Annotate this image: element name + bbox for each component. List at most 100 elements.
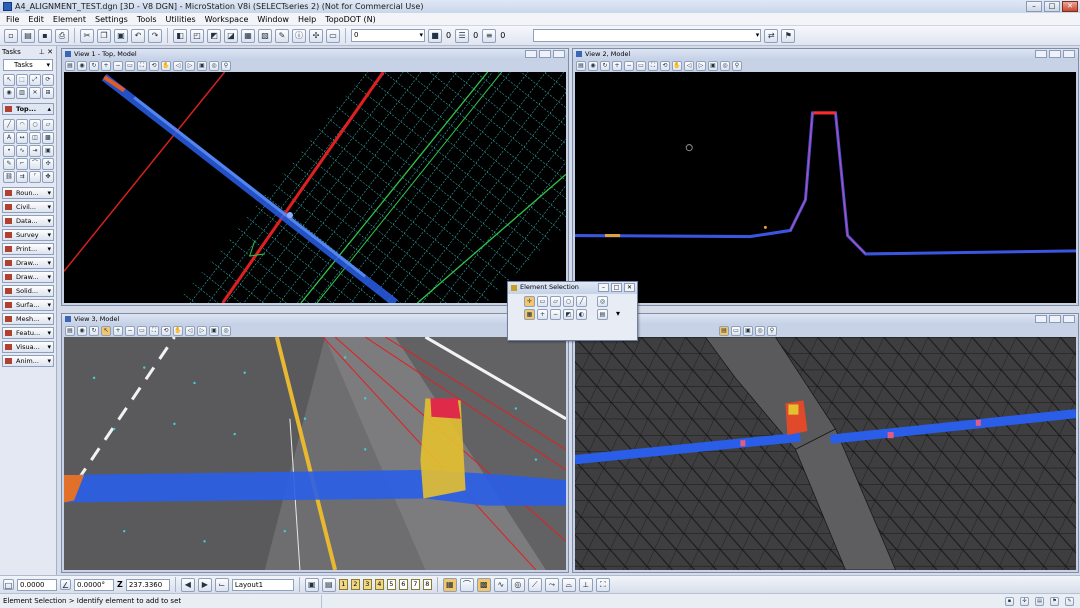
break-icon[interactable]: ⤳ <box>544 577 559 592</box>
tasks-close-icon[interactable]: ✕ <box>47 48 53 56</box>
window-area-icon[interactable]: ▭ <box>125 61 135 71</box>
target-icon[interactable]: ◎ <box>510 577 525 592</box>
measure-distance-icon[interactable]: ⌒ <box>459 577 474 592</box>
zoom-out-icon[interactable]: − <box>125 326 135 336</box>
circle-tool-icon[interactable]: ○ <box>29 119 41 131</box>
menu-settings[interactable]: Settings <box>95 15 128 24</box>
element-selection-icon[interactable]: ↖ <box>3 74 15 86</box>
shape-selection-icon[interactable]: ▱ <box>550 296 561 307</box>
maximize-button[interactable]: □ <box>1044 1 1060 12</box>
task-roundabouts[interactable]: Roun... <box>2 187 54 199</box>
place-tool-icon[interactable]: ⌒ <box>29 158 41 170</box>
task-civil[interactable]: Civil... <box>2 201 54 213</box>
view-attributes-icon[interactable]: ▤ <box>719 326 729 336</box>
references-icon[interactable]: ◰ <box>190 28 204 43</box>
element-template-icon[interactable]: ⇄ <box>764 28 779 43</box>
undo-icon[interactable]: ↶ <box>131 28 145 43</box>
camera-icon[interactable]: ◎ <box>221 326 231 336</box>
task-printing[interactable]: Print... <box>2 243 54 255</box>
template-dropdown[interactable] <box>533 29 762 42</box>
view-1-canvas[interactable] <box>64 72 566 303</box>
view-next-icon[interactable]: ▷ <box>696 61 706 71</box>
menu-window[interactable]: Window <box>257 15 289 24</box>
clip-volume-icon[interactable]: ▣ <box>209 326 219 336</box>
open-file-icon[interactable]: ▤ <box>21 28 35 43</box>
task-survey[interactable]: Survey <box>2 229 54 241</box>
subtract-selection-icon[interactable]: − <box>550 309 561 320</box>
active-color-icon[interactable]: ■ <box>428 28 442 43</box>
rotate-view-icon[interactable]: ⟲ <box>660 61 670 71</box>
attributes-icon[interactable]: ⚑ <box>781 28 796 43</box>
update-view-icon[interactable]: ↻ <box>89 326 99 336</box>
menu-help[interactable]: Help <box>298 15 316 24</box>
clip-volume-icon[interactable]: ▣ <box>708 61 718 71</box>
dialog-minimize-button[interactable]: – <box>598 283 609 292</box>
display-style-icon[interactable]: ✎ <box>275 28 289 43</box>
signature-icon[interactable]: ✎ <box>1065 596 1074 606</box>
cut-icon[interactable]: ✂ <box>80 28 94 43</box>
view-2-canvas[interactable] <box>575 72 1076 303</box>
view-4-canvas[interactable] <box>575 337 1076 570</box>
manipulate-icon[interactable]: ⤢ <box>29 74 41 86</box>
pan-view-icon[interactable]: ✋ <box>173 326 183 336</box>
view-maximize-button[interactable] <box>539 50 551 58</box>
level-manager-icon[interactable]: ▦ <box>241 28 255 43</box>
arc-tool-icon[interactable]: ◠ <box>16 119 28 131</box>
delete-icon[interactable]: ✕ <box>29 87 41 99</box>
view-attributes-icon[interactable]: ▤ <box>65 61 75 71</box>
tool-settings-icon[interactable]: ⌙ <box>214 577 229 592</box>
grid-icon[interactable]: ▩ <box>476 577 491 592</box>
zoom-out-icon[interactable]: − <box>624 61 634 71</box>
modify-icon[interactable]: ⟳ <box>42 74 54 86</box>
back-icon[interactable]: ◀ <box>180 577 195 592</box>
task-surfaces[interactable]: Surfa... <box>2 299 54 311</box>
group-icon[interactable]: ⊞ <box>42 87 54 99</box>
view-close-button[interactable] <box>553 50 565 58</box>
view-minimize-button[interactable] <box>525 50 537 58</box>
angle-field[interactable]: 0.0000° <box>74 578 114 591</box>
snap-tool-icon[interactable]: ✣ <box>42 158 54 170</box>
line-style-icon[interactable]: ☰ <box>455 28 470 43</box>
task-top-section[interactable]: Top... <box>2 103 54 115</box>
image-tool-icon[interactable]: ▣ <box>42 145 54 157</box>
cross-section-icon[interactable]: ⟂ <box>578 577 593 592</box>
paste-icon[interactable]: ▣ <box>114 28 128 43</box>
view-toggle-4[interactable]: 4 <box>374 579 384 590</box>
dialog-close-button[interactable]: ✕ <box>624 283 635 292</box>
forward-icon[interactable]: ▶ <box>197 577 212 592</box>
clip-volume-icon[interactable]: ▣ <box>197 61 207 71</box>
lock-icon[interactable]: ▪ <box>1005 596 1014 606</box>
zoom-in-icon[interactable]: + <box>101 61 111 71</box>
walk-icon[interactable]: ⚲ <box>767 326 777 336</box>
view-maximize-button[interactable] <box>1049 50 1061 58</box>
cell-tool-icon[interactable]: ◫ <box>29 132 41 144</box>
view-toggle-5[interactable]: 5 <box>386 579 396 590</box>
menu-topodot[interactable]: TopoDOT (N) <box>325 15 376 24</box>
trim-tool-icon[interactable]: ⌐ <box>16 158 28 170</box>
view-toggle-6[interactable]: 6 <box>398 579 408 590</box>
rotate-view-icon[interactable]: ⟲ <box>161 326 171 336</box>
display-style-icon[interactable]: ◉ <box>588 61 598 71</box>
arch-icon[interactable]: ⌓ <box>561 577 576 592</box>
pan-view-icon[interactable]: ✋ <box>161 61 171 71</box>
task-drawing[interactable]: Draw... <box>2 257 54 269</box>
invert-selection-icon[interactable]: ◩ <box>563 309 574 320</box>
more-options-icon[interactable]: ▾ <box>616 309 620 320</box>
task-animation[interactable]: Anim... <box>2 355 54 367</box>
display-style-icon[interactable]: ◉ <box>77 326 87 336</box>
walk-icon[interactable]: ⚲ <box>221 61 231 71</box>
window-area-icon[interactable]: ▭ <box>636 61 646 71</box>
view-previous-icon[interactable]: ◁ <box>684 61 694 71</box>
fit-icon[interactable]: ⛶ <box>595 577 610 592</box>
copy-icon[interactable]: ❐ <box>97 28 111 43</box>
x-coordinate-field[interactable]: 0.0000 <box>17 578 57 591</box>
snap-icon[interactable]: ✣ <box>309 28 323 43</box>
minimize-button[interactable]: – <box>1026 1 1042 12</box>
save-icon[interactable]: ▪ <box>38 28 52 43</box>
layout-dropdown[interactable]: Layout1 <box>231 578 294 591</box>
dialog-maximize-button[interactable]: □ <box>611 283 622 292</box>
camera-icon[interactable]: ◎ <box>209 61 219 71</box>
extend-tool-icon[interactable]: ⇥ <box>29 145 41 157</box>
offset-tool-icon[interactable]: ⇉ <box>16 171 28 183</box>
pointcloud-icon[interactable]: ▦ <box>442 577 457 592</box>
